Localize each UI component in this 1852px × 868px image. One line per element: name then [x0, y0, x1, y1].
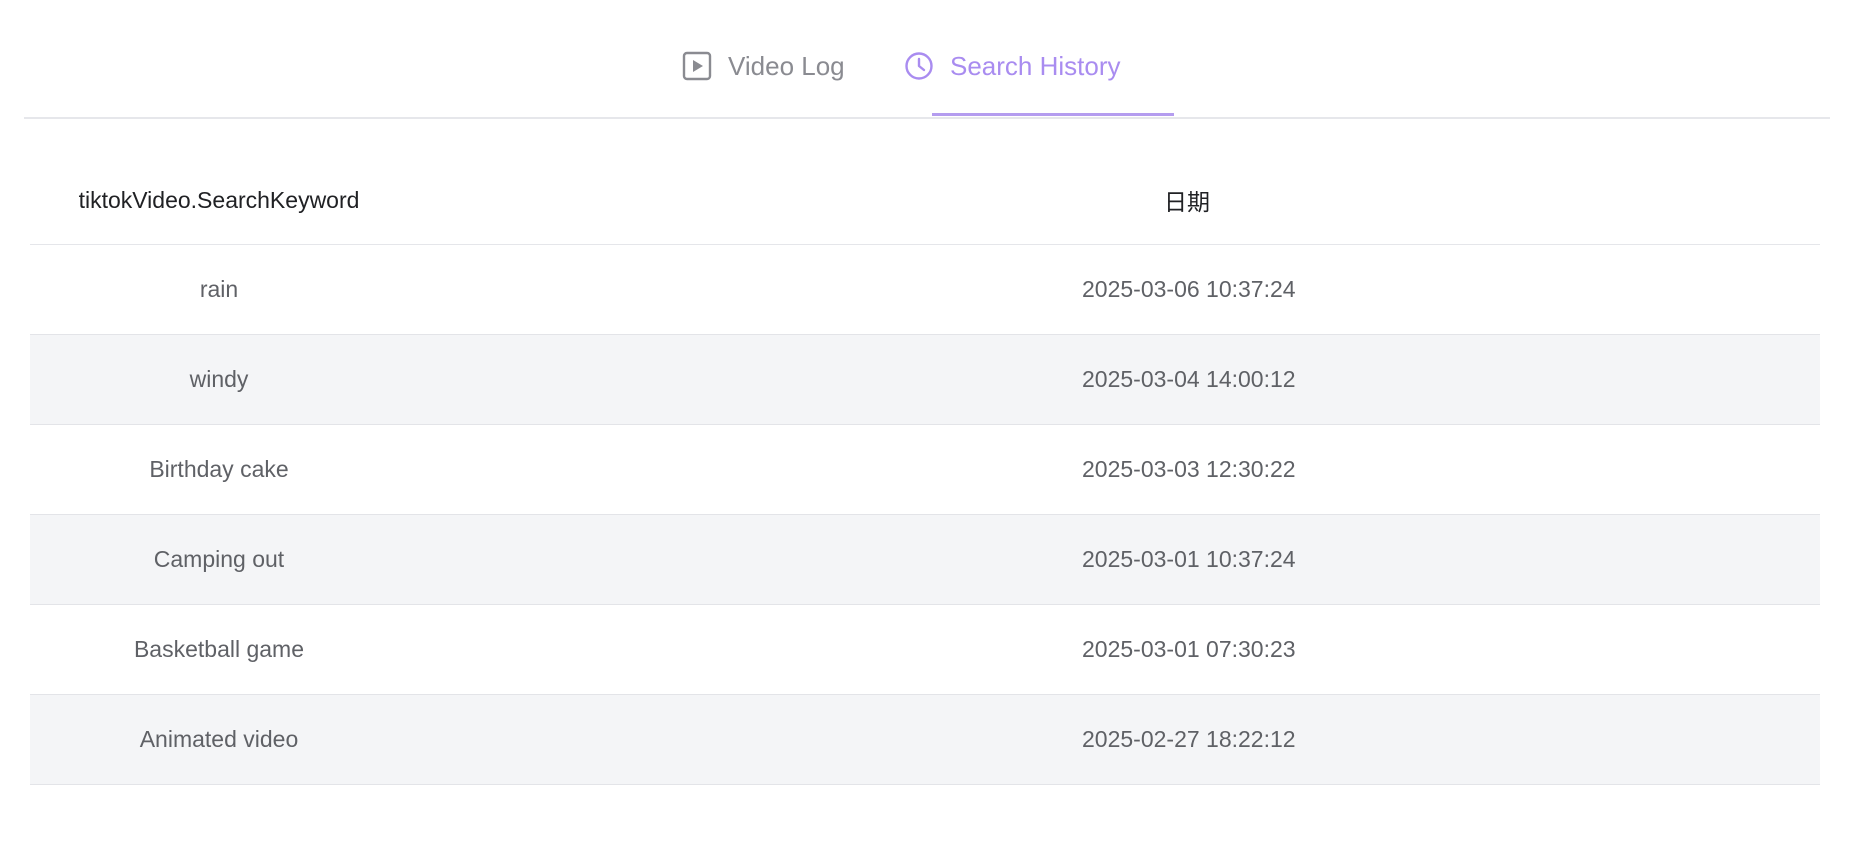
- clock-icon: [904, 51, 934, 81]
- active-tab-indicator: [932, 113, 1174, 116]
- play-square-icon: [682, 51, 712, 81]
- cell-keyword: Birthday cake: [149, 456, 289, 482]
- table-row[interactable]: rain 2025-03-06 10:37:24: [30, 245, 1820, 335]
- tab-video-log-label: Video Log: [728, 50, 845, 81]
- table-body: rain 2025-03-06 10:37:24 windy 2025-03-04 1…: [30, 245, 1820, 785]
- cell-keyword: Animated video: [139, 726, 299, 752]
- tab-video-log[interactable]: Video Log: [682, 38, 845, 94]
- table-row[interactable]: Birthday cake 2025-03-03 12:30:22: [30, 425, 1820, 515]
- header-date: 日期: [1164, 189, 1210, 215]
- tab-search-history-label: Search History: [950, 50, 1121, 81]
- cell-date: 2025-03-04 14:00:12: [1082, 366, 1296, 392]
- cell-date: 2025-02-27 18:22:12: [1082, 726, 1296, 752]
- cell-keyword: windy: [189, 366, 249, 392]
- table-row[interactable]: Animated video 2025-02-27 18:22:12: [30, 695, 1820, 785]
- table-row[interactable]: windy 2025-03-04 14:00:12: [30, 335, 1820, 425]
- tabs-bar: Video Log Search History: [24, 0, 1830, 119]
- cell-date: 2025-03-03 12:30:22: [1082, 456, 1296, 482]
- table-row[interactable]: Basketball game 2025-03-01 07:30:23: [30, 605, 1820, 695]
- header-keyword: tiktokVideo.SearchKeyword: [78, 186, 360, 213]
- cell-date: 2025-03-06 10:37:24: [1082, 276, 1296, 302]
- table-header: tiktokVideo.SearchKeyword 日期: [30, 156, 1820, 245]
- cell-keyword: Basketball game: [133, 636, 305, 662]
- search-history-table: tiktokVideo.SearchKeyword 日期 rain 2025-03…: [30, 156, 1820, 785]
- cell-date: 2025-03-01 07:30:23: [1082, 636, 1296, 662]
- page: Video Log Search History tiktokVideo.Sea…: [0, 0, 1852, 868]
- cell-keyword: Camping out: [153, 546, 285, 572]
- table-row[interactable]: Camping out 2025-03-01 10:37:24: [30, 515, 1820, 605]
- tab-search-history[interactable]: Search History: [904, 38, 1121, 94]
- cell-keyword: rain: [199, 276, 239, 302]
- cell-date: 2025-03-01 10:37:24: [1082, 546, 1296, 572]
